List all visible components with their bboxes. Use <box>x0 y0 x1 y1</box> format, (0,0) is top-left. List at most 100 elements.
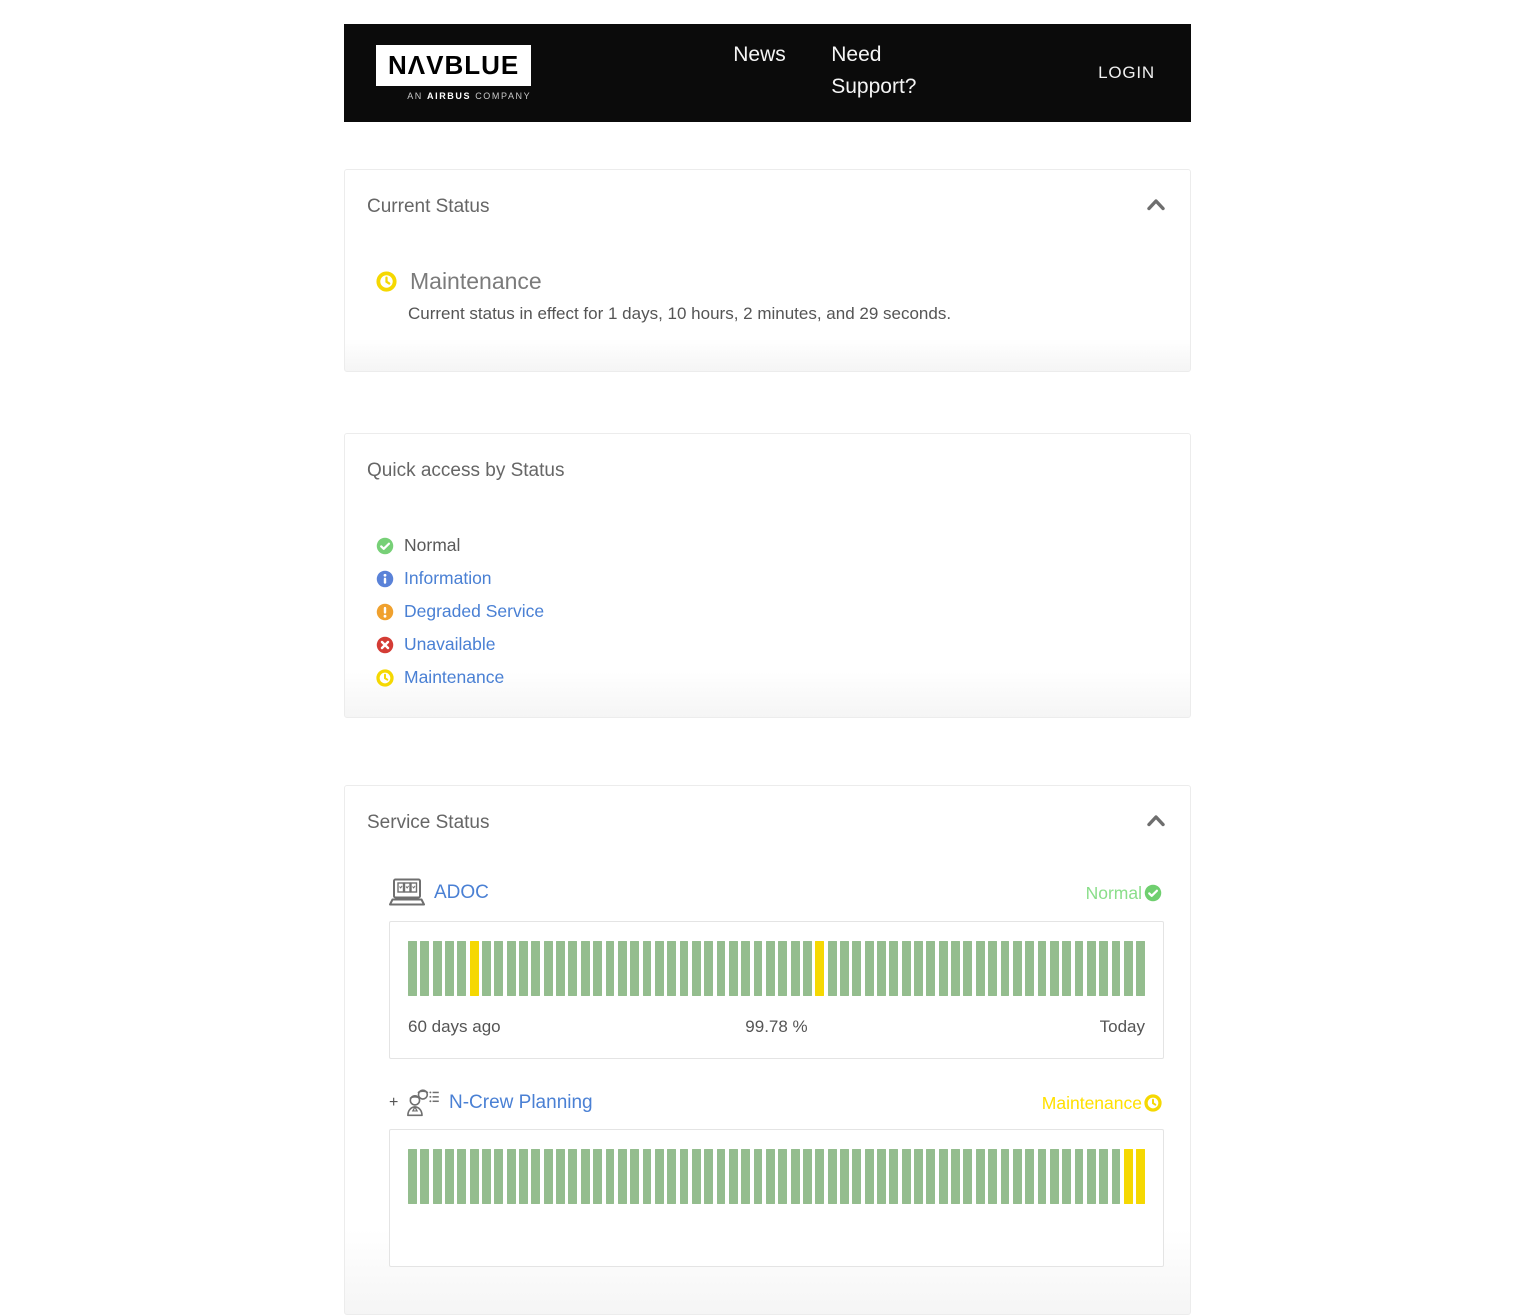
uptime-day-bar[interactable] <box>877 1149 886 1204</box>
uptime-day-bar[interactable] <box>618 941 627 996</box>
uptime-day-bar[interactable] <box>433 1149 442 1204</box>
uptime-day-bar[interactable] <box>420 1149 429 1204</box>
uptime-day-bar[interactable] <box>1099 941 1108 996</box>
uptime-day-bar[interactable] <box>976 1149 985 1204</box>
uptime-day-bar[interactable] <box>581 1149 590 1204</box>
uptime-day-bar[interactable] <box>741 1149 750 1204</box>
uptime-day-bar[interactable] <box>754 941 763 996</box>
uptime-day-bar[interactable] <box>1038 1149 1047 1204</box>
uptime-day-bar[interactable] <box>470 941 479 996</box>
quick-access-item-maintenance[interactable]: Maintenance <box>376 661 1162 694</box>
uptime-day-bar[interactable] <box>815 941 824 996</box>
uptime-day-bar[interactable] <box>1025 941 1034 996</box>
uptime-day-bar[interactable] <box>766 1149 775 1204</box>
uptime-day-bar[interactable] <box>544 1149 553 1204</box>
uptime-day-bar[interactable] <box>433 941 442 996</box>
uptime-day-bar[interactable] <box>445 941 454 996</box>
uptime-day-bar[interactable] <box>1136 941 1145 996</box>
uptime-day-bar[interactable] <box>828 1149 837 1204</box>
uptime-day-bar[interactable] <box>766 941 775 996</box>
uptime-day-bar[interactable] <box>482 941 491 996</box>
uptime-day-bar[interactable] <box>692 1149 701 1204</box>
uptime-day-bar[interactable] <box>568 941 577 996</box>
uptime-day-bar[interactable] <box>457 941 466 996</box>
uptime-day-bar[interactable] <box>531 1149 540 1204</box>
uptime-day-bar[interactable] <box>803 1149 812 1204</box>
quick-access-label[interactable]: Maintenance <box>404 667 504 688</box>
uptime-day-bar[interactable] <box>680 1149 689 1204</box>
uptime-day-bar[interactable] <box>840 941 849 996</box>
uptime-day-bar[interactable] <box>1136 1149 1145 1204</box>
uptime-day-bar[interactable] <box>1099 1149 1108 1204</box>
uptime-day-bar[interactable] <box>1050 941 1059 996</box>
uptime-day-bar[interactable] <box>729 1149 738 1204</box>
quick-access-item-unavailable[interactable]: Unavailable <box>376 628 1162 661</box>
uptime-day-bar[interactable] <box>1112 1149 1121 1204</box>
service-name-link[interactable]: ADOC <box>434 882 489 904</box>
uptime-day-bar[interactable] <box>778 1149 787 1204</box>
quick-access-label[interactable]: Degraded Service <box>404 601 544 622</box>
uptime-day-bar[interactable] <box>667 941 676 996</box>
uptime-day-bar[interactable] <box>988 1149 997 1204</box>
uptime-day-bar[interactable] <box>655 941 664 996</box>
uptime-day-bar[interactable] <box>667 1149 676 1204</box>
uptime-day-bar[interactable] <box>729 941 738 996</box>
uptime-day-bar[interactable] <box>902 1149 911 1204</box>
quick-access-label[interactable]: Unavailable <box>404 634 495 655</box>
collapse-chevron-up-icon[interactable] <box>1146 814 1166 827</box>
uptime-day-bar[interactable] <box>544 941 553 996</box>
uptime-day-bar[interactable] <box>939 941 948 996</box>
uptime-day-bar[interactable] <box>815 1149 824 1204</box>
uptime-day-bar[interactable] <box>939 1149 948 1204</box>
uptime-day-bar[interactable] <box>1062 1149 1071 1204</box>
uptime-day-bar[interactable] <box>704 941 713 996</box>
uptime-day-bar[interactable] <box>519 1149 528 1204</box>
uptime-day-bar[interactable] <box>1038 941 1047 996</box>
uptime-day-bar[interactable] <box>717 1149 726 1204</box>
uptime-day-bar[interactable] <box>1050 1149 1059 1204</box>
expand-plus-icon[interactable]: + <box>389 1094 404 1112</box>
login-button[interactable]: LOGIN <box>1098 63 1155 83</box>
uptime-day-bar[interactable] <box>630 941 639 996</box>
uptime-day-bar[interactable] <box>470 1149 479 1204</box>
uptime-day-bar[interactable] <box>568 1149 577 1204</box>
uptime-day-bar[interactable] <box>408 941 417 996</box>
uptime-day-bar[interactable] <box>420 941 429 996</box>
uptime-day-bar[interactable] <box>754 1149 763 1204</box>
uptime-day-bar[interactable] <box>556 1149 565 1204</box>
uptime-day-bar[interactable] <box>840 1149 849 1204</box>
uptime-day-bar[interactable] <box>630 1149 639 1204</box>
uptime-day-bar[interactable] <box>951 941 960 996</box>
uptime-day-bar[interactable] <box>914 1149 923 1204</box>
uptime-day-bar[interactable] <box>717 941 726 996</box>
uptime-day-bar[interactable] <box>988 941 997 996</box>
uptime-day-bar[interactable] <box>1062 941 1071 996</box>
uptime-day-bar[interactable] <box>606 1149 615 1204</box>
uptime-day-bar[interactable] <box>531 941 540 996</box>
uptime-day-bar[interactable] <box>865 941 874 996</box>
uptime-day-bar[interactable] <box>914 941 923 996</box>
uptime-day-bar[interactable] <box>1124 1149 1133 1204</box>
uptime-day-bar[interactable] <box>852 941 861 996</box>
uptime-day-bar[interactable] <box>494 941 503 996</box>
uptime-day-bar[interactable] <box>976 941 985 996</box>
uptime-day-bar[interactable] <box>951 1149 960 1204</box>
uptime-day-bar[interactable] <box>494 1149 503 1204</box>
uptime-day-bar[interactable] <box>692 941 701 996</box>
uptime-day-bar[interactable] <box>507 941 516 996</box>
uptime-day-bar[interactable] <box>482 1149 491 1204</box>
uptime-day-bar[interactable] <box>889 1149 898 1204</box>
uptime-day-bar[interactable] <box>593 941 602 996</box>
uptime-day-bar[interactable] <box>1124 941 1133 996</box>
uptime-day-bar[interactable] <box>704 1149 713 1204</box>
uptime-day-bar[interactable] <box>1013 941 1022 996</box>
quick-access-item-information[interactable]: Information <box>376 562 1162 595</box>
uptime-day-bar[interactable] <box>963 1149 972 1204</box>
uptime-day-bar[interactable] <box>889 941 898 996</box>
uptime-day-bar[interactable] <box>1112 941 1121 996</box>
uptime-day-bar[interactable] <box>643 941 652 996</box>
uptime-day-bar[interactable] <box>877 941 886 996</box>
uptime-day-bar[interactable] <box>408 1149 417 1204</box>
uptime-day-bar[interactable] <box>507 1149 516 1204</box>
uptime-day-bar[interactable] <box>1013 1149 1022 1204</box>
